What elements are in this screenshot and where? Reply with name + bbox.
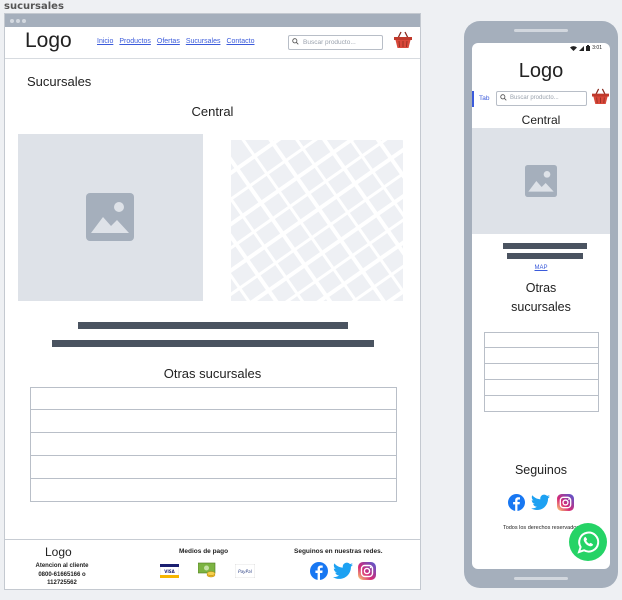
search-icon <box>292 38 299 45</box>
other-branches-list <box>30 387 397 502</box>
shopping-basket-icon[interactable] <box>591 88 610 105</box>
window-dot-icon <box>22 19 26 23</box>
main-nav: Inicio Productos Ofertas Sucursales Cont… <box>97 38 255 45</box>
footer-contact: Atencion al cliente 0800-61665166 o 1127… <box>31 562 93 588</box>
branch-info-text <box>78 322 348 329</box>
contact-line: 0800-61665166 o <box>38 571 86 578</box>
contact-line: Atencion al cliente <box>35 563 89 569</box>
status-bar: 3:01 <box>570 45 602 51</box>
social-title: Seguinos en nuestras redes. <box>294 548 383 555</box>
mobile-phone-frame: 3:01 Logo Tab Buscar producto... Central… <box>464 21 618 588</box>
status-time: 3:01 <box>592 45 602 51</box>
list-item[interactable] <box>30 433 397 456</box>
branch-map[interactable] <box>231 140 403 301</box>
mobile-other-branches-list <box>484 332 599 412</box>
paypal-icon: PayPal <box>235 564 255 578</box>
instagram-icon[interactable] <box>358 562 376 580</box>
page-label: sucursales <box>4 1 64 12</box>
paypal-label: PayPal <box>238 569 253 574</box>
search-placeholder: Buscar producto... <box>303 39 356 46</box>
list-item[interactable] <box>484 364 599 380</box>
mobile-branch-title: Central <box>521 113 561 127</box>
desktop-footer: Logo Atencion al cliente 0800-61665166 o… <box>5 539 420 589</box>
cash-icon <box>198 562 216 578</box>
mobile-branch-image <box>472 128 610 234</box>
mobile-menu-tab[interactable]: Tab <box>472 91 489 107</box>
other-branches-title: Otras sucursales <box>163 366 262 381</box>
list-item[interactable] <box>484 332 599 348</box>
instagram-icon[interactable] <box>557 494 574 511</box>
map-link[interactable]: MAP <box>472 265 610 271</box>
list-item[interactable] <box>30 456 397 479</box>
list-item[interactable] <box>30 410 397 433</box>
wifi-icon <box>570 45 578 51</box>
page-title: Sucursales <box>27 74 92 89</box>
payments-title: Medios de pago <box>179 548 229 555</box>
browser-titlebar <box>5 14 420 27</box>
window-dot-icon <box>10 19 14 23</box>
nav-link-productos[interactable]: Productos <box>119 38 151 45</box>
branch-info-text <box>52 340 374 347</box>
mobile-screen: 3:01 Logo Tab Buscar producto... Central… <box>472 43 610 569</box>
mobile-branch-info-text <box>507 253 583 259</box>
facebook-icon[interactable] <box>508 494 525 511</box>
search-placeholder: Buscar producto... <box>510 95 559 101</box>
title-line: Otras <box>525 281 557 295</box>
mobile-branch-info-text <box>503 243 587 249</box>
mobile-follow-title: Seguinos <box>514 463 568 477</box>
shopping-basket-icon[interactable] <box>393 31 413 49</box>
list-item[interactable] <box>484 348 599 364</box>
whatsapp-icon[interactable] <box>569 523 607 561</box>
desktop-header: Logo Inicio Productos Ofertas Sucursales… <box>5 27 420 59</box>
footer-logo: Logo <box>45 545 72 559</box>
list-item[interactable] <box>30 387 397 410</box>
image-placeholder-icon <box>86 193 134 241</box>
visa-icon: VISA <box>160 564 179 578</box>
mobile-logo[interactable]: Logo <box>472 60 610 83</box>
phone-speaker <box>514 29 568 32</box>
mobile-other-branches-title: Otras sucursales <box>472 279 610 317</box>
list-item[interactable] <box>484 380 599 396</box>
facebook-icon[interactable] <box>310 562 328 580</box>
image-placeholder-icon <box>525 165 557 197</box>
phone-home-bar <box>514 577 568 580</box>
battery-icon <box>586 45 591 51</box>
window-dot-icon <box>16 19 20 23</box>
map-streets <box>231 140 403 301</box>
search-icon <box>500 94 507 101</box>
nav-link-sucursales[interactable]: Sucursales <box>186 38 221 45</box>
branch-title: Central <box>191 104 234 119</box>
twitter-icon[interactable] <box>333 562 353 580</box>
twitter-icon[interactable] <box>531 494 550 511</box>
desktop-browser-frame: Logo Inicio Productos Ofertas Sucursales… <box>4 13 421 590</box>
title-line: sucursales <box>511 300 571 314</box>
logo[interactable]: Logo <box>25 29 72 53</box>
branch-image <box>18 134 203 301</box>
nav-link-contacto[interactable]: Contacto <box>226 38 254 45</box>
signal-icon <box>579 45 585 51</box>
list-item[interactable] <box>30 479 397 502</box>
contact-line: 112725562 <box>47 580 77 586</box>
list-item[interactable] <box>484 396 599 412</box>
nav-link-inicio[interactable]: Inicio <box>97 38 113 45</box>
search-input[interactable]: Buscar producto... <box>288 35 383 50</box>
visa-label: VISA <box>164 569 175 574</box>
mobile-search-input[interactable]: Buscar producto... <box>496 91 587 106</box>
nav-link-ofertas[interactable]: Ofertas <box>157 38 180 45</box>
